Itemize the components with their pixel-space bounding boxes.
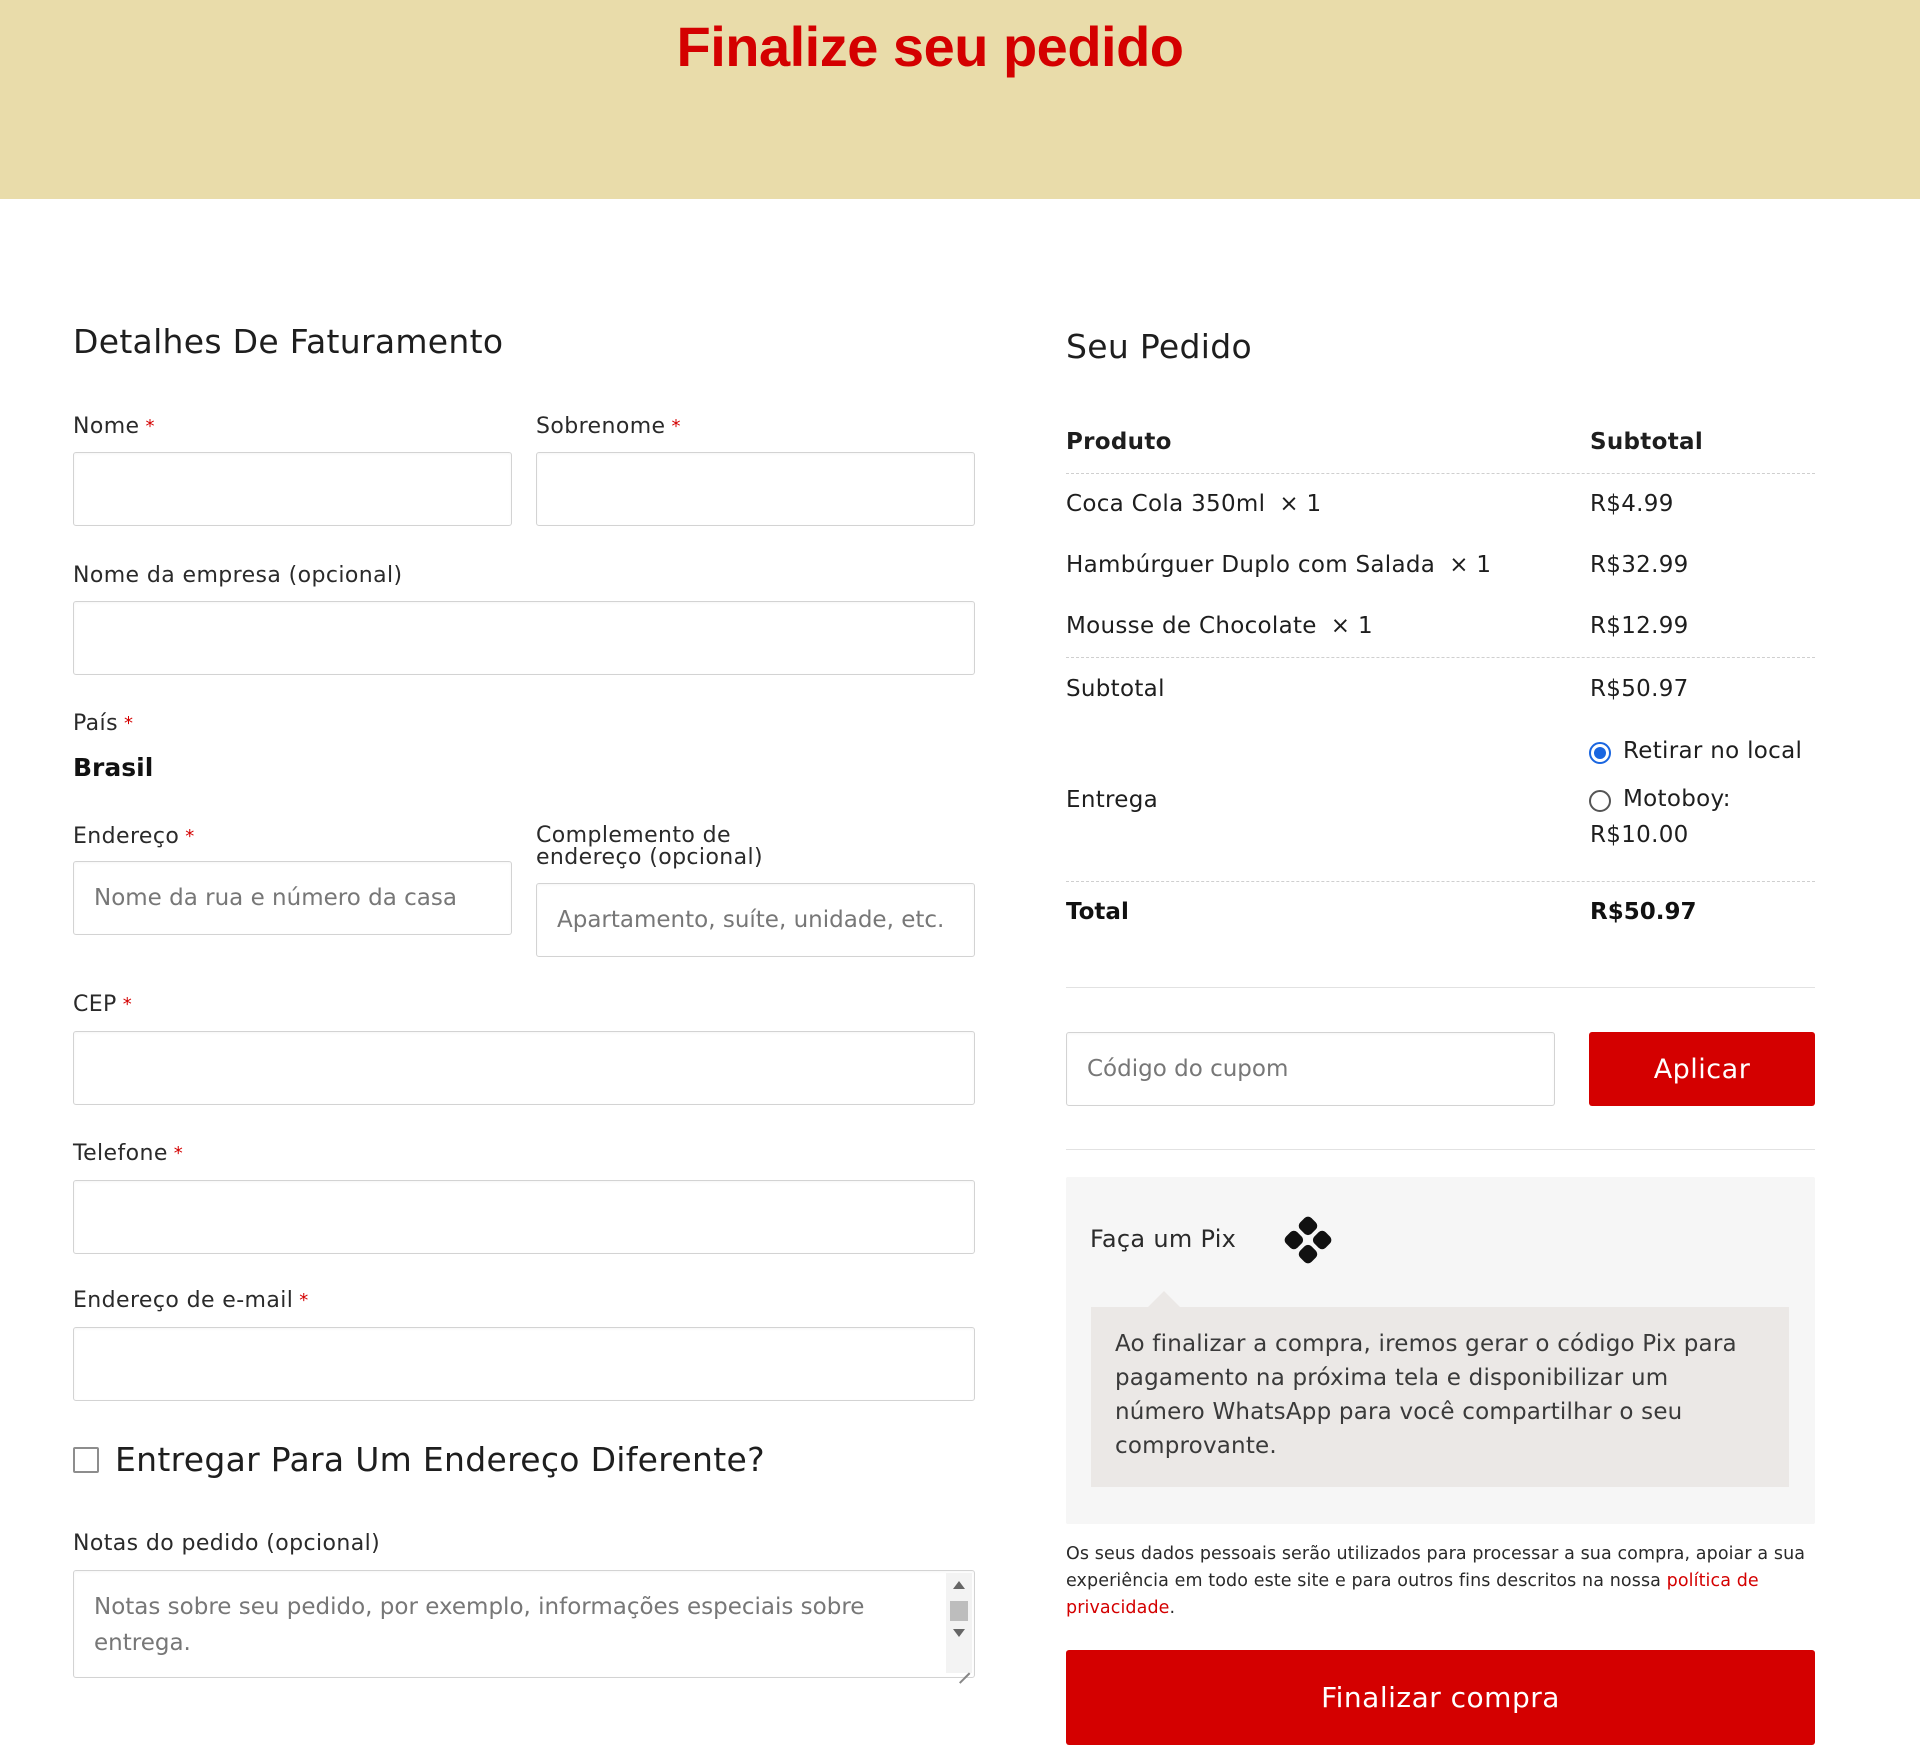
apply-coupon-button[interactable]: Aplicar — [1589, 1032, 1815, 1106]
shipping-option-pickup[interactable]: Retirar no local — [1623, 738, 1802, 764]
required-mark: * — [185, 826, 195, 847]
last-name-label: Sobrenome * — [536, 414, 681, 439]
page-title: Finalize seu pedido — [676, 15, 1184, 78]
pix-icon — [1284, 1216, 1332, 1264]
total-label: Total — [1066, 899, 1129, 925]
company-field[interactable] — [73, 601, 975, 675]
divider — [1066, 1149, 1815, 1150]
payment-method-label[interactable]: Faça um Pix — [1090, 1225, 1236, 1253]
notes-field[interactable] — [73, 1570, 975, 1678]
shipping-radio-pickup[interactable] — [1589, 742, 1611, 764]
scroll-thumb[interactable] — [950, 1601, 968, 1621]
shipping-radio-motoboy[interactable] — [1589, 790, 1611, 812]
subtotal-value: R$50.97 — [1590, 676, 1689, 702]
required-mark: * — [299, 1290, 309, 1311]
postcode-label: CEP * — [73, 992, 133, 1017]
country-value: Brasil — [73, 753, 154, 782]
notes-label: Notas do pedido (opcional) — [73, 1531, 381, 1556]
total-value: R$50.97 — [1590, 899, 1697, 925]
order-item: Coca Cola 350ml × 1 — [1066, 491, 1322, 517]
first-name-field[interactable] — [73, 452, 512, 526]
last-name-input[interactable] — [537, 453, 974, 525]
company-label: Nome da empresa (opcional) — [73, 563, 403, 588]
postcode-field[interactable] — [73, 1031, 975, 1105]
phone-field[interactable] — [73, 1180, 975, 1254]
order-item: Hambúrguer Duplo com Salada × 1 — [1066, 552, 1492, 578]
order-item-price: R$4.99 — [1590, 491, 1674, 517]
scroll-up-icon[interactable] — [953, 1581, 965, 1589]
required-mark: * — [123, 713, 134, 734]
address-label: Endereço * — [73, 824, 195, 849]
required-mark: * — [671, 416, 681, 437]
shipping-label: Entrega — [1066, 787, 1159, 813]
country-label: País * — [73, 711, 134, 736]
email-label: Endereço de e-mail * — [73, 1288, 309, 1313]
first-name-input[interactable] — [74, 453, 511, 525]
place-order-button[interactable]: Finalizar compra — [1066, 1650, 1815, 1745]
divider — [1066, 881, 1815, 882]
divider — [1066, 987, 1815, 988]
order-item: Mousse de Chocolate × 1 — [1066, 613, 1373, 639]
order-item-price: R$12.99 — [1590, 613, 1689, 639]
coupon-field[interactable] — [1066, 1032, 1555, 1106]
page-header: Finalize seu pedido — [0, 0, 1920, 199]
coupon-input[interactable] — [1067, 1033, 1554, 1105]
shipping-option-motoboy[interactable]: Motoboy: — [1623, 786, 1731, 812]
first-name-label: Nome * — [73, 414, 155, 439]
privacy-notice: Os seus dados pessoais serão utilizados … — [1066, 1544, 1806, 1618]
payment-description: Ao finalizar a compra, iremos gerar o có… — [1091, 1307, 1789, 1487]
shipping-option-motoboy-price: R$10.00 — [1590, 822, 1689, 848]
col-product-header: Produto — [1066, 429, 1172, 455]
company-input[interactable] — [74, 602, 974, 674]
email-field[interactable] — [73, 1327, 975, 1401]
resize-grip-icon[interactable] — [956, 1659, 970, 1673]
notes-scrollbar[interactable] — [946, 1573, 972, 1673]
divider — [1066, 473, 1815, 474]
phone-label: Telefone * — [73, 1141, 184, 1166]
ship-different-checkbox[interactable] — [73, 1447, 99, 1473]
billing-title: Detalhes De Faturamento — [73, 322, 504, 361]
address2-field[interactable] — [536, 883, 975, 957]
payment-desc-arrow — [1148, 1291, 1180, 1307]
ship-different-label[interactable]: Entregar Para Um Endereço Diferente? — [115, 1440, 765, 1479]
address2-input[interactable] — [537, 884, 974, 956]
address-input[interactable] — [74, 862, 511, 934]
order-item-price: R$32.99 — [1590, 552, 1689, 578]
phone-input[interactable] — [74, 1181, 974, 1253]
required-mark: * — [173, 1143, 184, 1164]
postcode-input[interactable] — [74, 1032, 974, 1104]
last-name-field[interactable] — [536, 452, 975, 526]
required-mark: * — [122, 994, 133, 1015]
address-field[interactable] — [73, 861, 512, 935]
address2-label: Complemento de endereço (opcional) — [536, 823, 764, 870]
notes-textarea[interactable] — [74, 1571, 974, 1677]
divider — [1066, 657, 1815, 658]
col-subtotal-header: Subtotal — [1590, 429, 1703, 455]
scroll-down-icon[interactable] — [953, 1629, 965, 1637]
order-title: Seu Pedido — [1066, 327, 1252, 366]
required-mark: * — [145, 416, 155, 437]
subtotal-label: Subtotal — [1066, 676, 1165, 702]
email-input[interactable] — [74, 1328, 974, 1400]
